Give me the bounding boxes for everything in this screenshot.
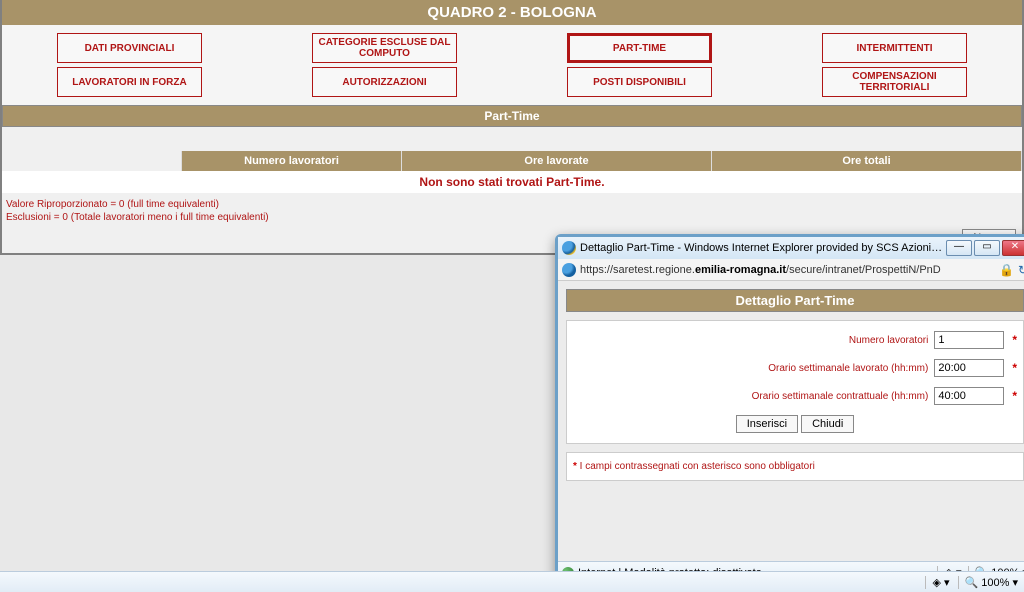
label-numero-lavoratori: Numero lavoratori — [573, 335, 934, 346]
valore-riproporzionato: Valore Riproporzionato = 0 (full time eq… — [6, 199, 1018, 210]
nav-dati-provinciali[interactable]: DATI PROVINCIALI — [57, 33, 202, 63]
main-status-bar: ◈ ▾ 🔍 100% ▾ — [0, 571, 1024, 592]
safety-dropdown[interactable]: ◈ ▾ — [925, 576, 949, 589]
nav-part-time[interactable]: PART-TIME — [567, 33, 712, 63]
nav-area: DATI PROVINCIALI CATEGORIE ESCLUSE DAL C… — [2, 25, 1022, 105]
maximize-button[interactable]: ▭ — [974, 240, 1000, 256]
chiudi-button[interactable]: Chiudi — [801, 415, 854, 433]
nav-posti-disponibili[interactable]: POSTI DISPONIBILI — [567, 67, 712, 97]
col-ore-totali: Ore totali — [712, 151, 1022, 171]
popup-titlebar[interactable]: Dettaglio Part-Time - Windows Internet E… — [558, 237, 1024, 259]
nav-categorie-escluse[interactable]: CATEGORIE ESCLUSE DAL COMPUTO — [312, 33, 457, 63]
minimize-button[interactable]: — — [946, 240, 972, 256]
page-title: QUADRO 2 - BOLOGNA — [2, 0, 1022, 25]
inserisci-button[interactable]: Inserisci — [736, 415, 798, 433]
part-time-table: Numero lavoratori Ore lavorate Ore total… — [2, 151, 1022, 193]
input-numero-lavoratori[interactable] — [934, 331, 1004, 349]
info-lines: Valore Riproporzionato = 0 (full time eq… — [2, 193, 1022, 227]
col-spacer — [2, 151, 182, 171]
popup-body: Dettaglio Part-Time Numero lavoratori * … — [558, 281, 1024, 561]
col-numero-lavoratori: Numero lavoratori — [182, 151, 402, 171]
refresh-icon[interactable]: ↻ — [1018, 263, 1024, 277]
address-bar[interactable]: https://saretest.regione.emilia-romagna.… — [558, 259, 1024, 281]
detail-heading: Dettaglio Part-Time — [566, 289, 1024, 312]
nav-lavoratori-in-forza[interactable]: LAVORATORI IN FORZA — [57, 67, 202, 97]
required-asterisk: * — [1012, 361, 1017, 375]
main-page: QUADRO 2 - BOLOGNA DATI PROVINCIALI CATE… — [0, 0, 1024, 255]
no-results-message: Non sono stati trovati Part-Time. — [2, 171, 1022, 193]
nav-intermittenti[interactable]: INTERMITTENTI — [822, 33, 967, 63]
zoom-control[interactable]: 🔍 100% ▾ — [958, 576, 1018, 589]
required-asterisk: * — [1012, 389, 1017, 403]
label-orario-lavorato: Orario settimanale lavorato (hh:mm) — [573, 363, 934, 374]
col-ore-lavorate: Ore lavorate — [402, 151, 712, 171]
form-block: Numero lavoratori * Orario settimanale l… — [566, 320, 1024, 444]
ie-icon — [562, 263, 576, 277]
section-title: Part-Time — [2, 105, 1022, 127]
popup-window-title: Dettaglio Part-Time - Windows Internet E… — [580, 242, 946, 254]
input-orario-lavorato[interactable] — [934, 359, 1004, 377]
url-text: https://saretest.regione.emilia-romagna.… — [580, 264, 995, 276]
lock-icon: 🔒 — [999, 263, 1014, 277]
input-orario-contrattuale[interactable] — [934, 387, 1004, 405]
nav-autorizzazioni[interactable]: AUTORIZZAZIONI — [312, 67, 457, 97]
nav-compensazioni[interactable]: COMPENSAZIONI TERRITORIALI — [822, 67, 967, 97]
esclusioni: Esclusioni = 0 (Totale lavoratori meno i… — [6, 212, 1018, 223]
required-asterisk: * — [1012, 333, 1017, 347]
popup-window: Dettaglio Part-Time - Windows Internet E… — [555, 234, 1024, 586]
label-orario-contrattuale: Orario settimanale contrattuale (hh:mm) — [573, 391, 934, 402]
ie-icon — [562, 241, 576, 255]
close-button[interactable]: ✕ — [1002, 240, 1024, 256]
required-note: * I campi contrassegnati con asterisco s… — [566, 452, 1024, 481]
